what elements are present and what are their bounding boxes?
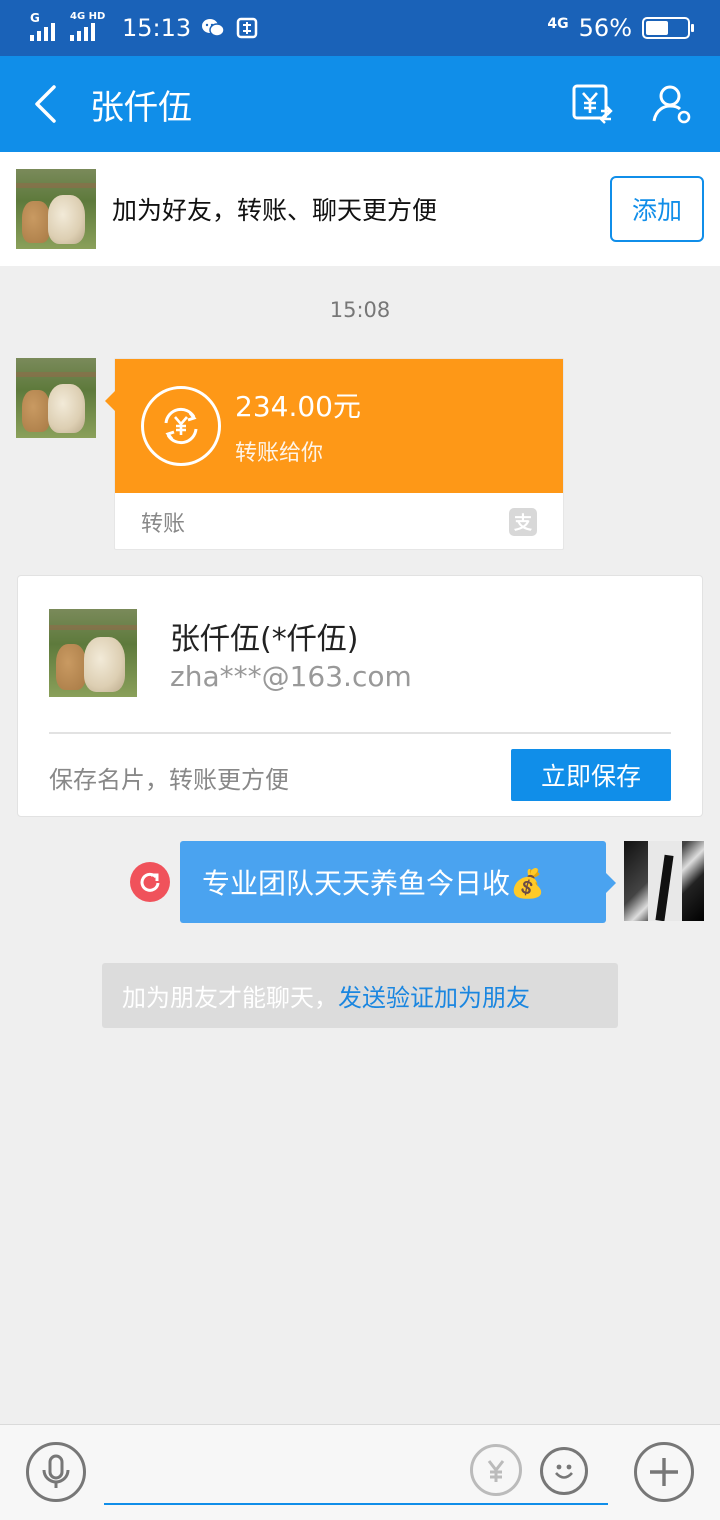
send-verification-link[interactable]: 发送验证加为朋友 xyxy=(338,978,530,1013)
user-settings-icon[interactable] xyxy=(650,82,694,126)
battery-percent: 56% xyxy=(578,14,632,42)
status-bar: G 4G HD 15:13 4G 56% xyxy=(0,0,720,56)
outgoing-message[interactable]: 专业团队天天养鱼今日收💰 xyxy=(180,841,616,923)
sender-avatar[interactable] xyxy=(16,358,96,438)
add-friend-button[interactable]: 添加 xyxy=(610,176,704,242)
contact-card[interactable]: 张仟伍(*仟伍) zha***@163.com 保存名片，转账更方便 立即保存 xyxy=(17,575,703,817)
message-timestamp: 15:08 xyxy=(329,298,391,322)
transfer-amount: 234.00元 xyxy=(235,390,361,423)
plus-icon[interactable] xyxy=(634,1442,694,1502)
transfer-label: 转账 xyxy=(141,512,186,537)
save-now-button[interactable]: 立即保存 xyxy=(511,749,671,801)
friend-required-notice: 加为朋友才能聊天， 发送验证加为朋友 xyxy=(102,963,618,1028)
emoji-icon[interactable] xyxy=(540,1447,588,1495)
yuan-transfer-icon[interactable] xyxy=(470,1444,522,1496)
save-card-hint: 保存名片，转账更方便 xyxy=(49,766,289,794)
transfer-subtitle: 转账给你 xyxy=(235,441,324,466)
yuan-transfer-icon xyxy=(141,386,221,466)
resend-icon[interactable] xyxy=(130,862,170,902)
contact-name: 张仟伍(*仟伍) xyxy=(170,622,359,657)
signal-4g-icon: 4G HD xyxy=(70,11,106,41)
page-title: 张仟伍 xyxy=(90,87,192,128)
add-friend-hint: 加为好友，转账、聊天更方便 xyxy=(112,196,438,225)
signal-icon: G xyxy=(30,11,60,41)
input-bar xyxy=(0,1424,720,1520)
message-text: 专业团队天天养鱼今日收💰 xyxy=(202,867,545,900)
avatar[interactable] xyxy=(16,169,96,249)
alipay-icon: 支 xyxy=(509,508,537,536)
header: 张仟伍 xyxy=(0,56,720,152)
network-4g-icon: 4G xyxy=(547,16,569,32)
back-arrow-icon[interactable] xyxy=(0,56,90,152)
notice-text: 加为朋友才能聊天， xyxy=(122,984,338,1012)
battery-icon xyxy=(642,17,694,39)
yuan-transfer-icon[interactable] xyxy=(570,82,614,126)
add-friend-banner: 加为好友，转账、聊天更方便 添加 xyxy=(0,152,720,266)
message-input[interactable] xyxy=(104,1503,608,1505)
clock: 15:13 xyxy=(122,14,192,42)
microphone-icon[interactable] xyxy=(26,1442,86,1502)
divider xyxy=(49,732,671,734)
contact-email: zha***@163.com xyxy=(170,660,412,693)
transfer-card[interactable]: 234.00元 转账给你 转账 支 xyxy=(105,358,564,550)
wechat-icon xyxy=(201,16,225,40)
my-avatar[interactable] xyxy=(624,841,704,921)
app-notification-icon xyxy=(235,16,259,40)
contact-avatar xyxy=(49,609,137,697)
